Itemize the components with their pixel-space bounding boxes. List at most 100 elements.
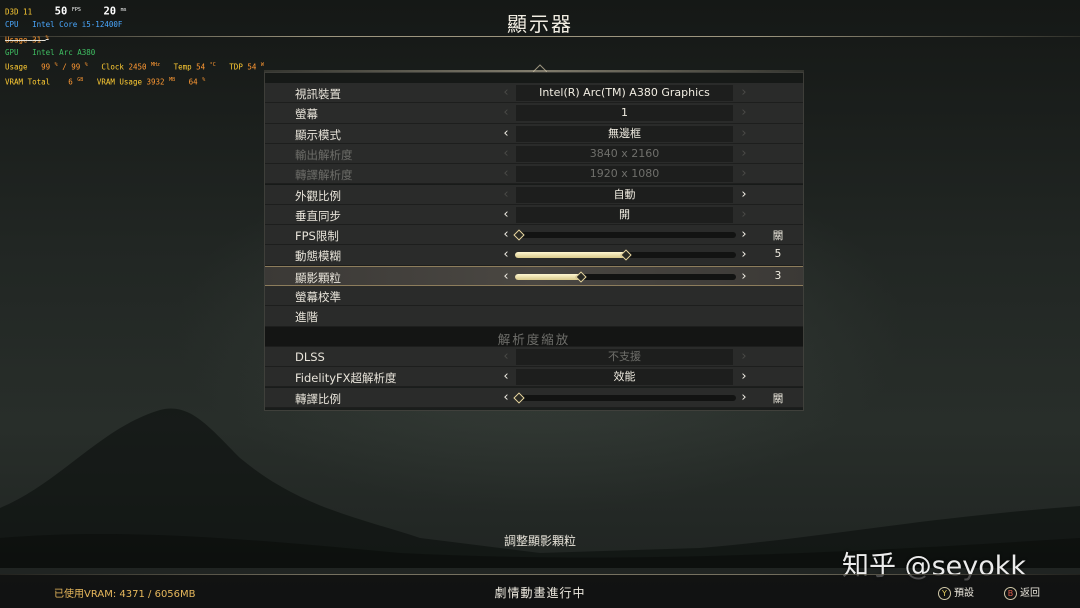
- slider-knob[interactable]: [575, 271, 587, 283]
- chevron-right-icon[interactable]: ›: [737, 207, 751, 223]
- hud-cpu-label: CPU: [5, 20, 19, 29]
- hud-gpu-row: GPU Intel Arc A380: [5, 47, 264, 60]
- hud-vram-percent: 64: [188, 77, 198, 87]
- hud-gpu-stats-row: Usage 99 % / 99 % Clock 2450 MHz Temp 54…: [5, 62, 264, 72]
- fps-limit-slider[interactable]: [513, 229, 736, 241]
- setting-value: 關: [772, 230, 784, 243]
- chevron-left-icon[interactable]: ‹: [499, 85, 513, 101]
- chevron-left-icon[interactable]: ‹: [499, 390, 513, 406]
- setting-row-vsync[interactable]: 垂直同步 ‹ 開 ›: [265, 204, 803, 226]
- setting-row-fps-limit[interactable]: FPS限制 ‹ › 關: [265, 225, 803, 246]
- setting-row-output-resolution: 輸出解析度 ‹ 3840 x 2160 ›: [265, 143, 803, 165]
- hud-vram-usage-label: VRAM Usage: [96, 77, 142, 87]
- setting-row-video-device[interactable]: 視訊裝置 ‹ Intel(R) Arc(TM) A380 Graphics ›: [265, 83, 803, 104]
- setting-label: 垂直同步: [295, 208, 341, 223]
- hud-fps-unit: FPS: [71, 7, 81, 13]
- hud-vram-percent-unit: %: [202, 77, 206, 83]
- setting-row-screen-calibration[interactable]: 螢幕校準: [265, 286, 803, 307]
- hud-gpu-usage-label: Usage: [5, 62, 28, 72]
- chevron-left-icon[interactable]: ‹: [499, 126, 513, 142]
- status-text: 劇情動畫進行中: [494, 586, 586, 600]
- chevron-left-icon[interactable]: ‹: [499, 247, 513, 263]
- slider-fill: [515, 273, 582, 280]
- hud-tdp-unit: W: [260, 62, 264, 68]
- section-header-resolution-scaling: 解析度縮放: [265, 326, 803, 347]
- hud-vram-row: VRAM Total 6 GB VRAM Usage 3932 MB 64 %: [5, 74, 264, 89]
- setting-row-aspect-ratio[interactable]: 外觀比例 ‹ 自動 ›: [265, 184, 803, 205]
- bottom-divider: [0, 574, 1080, 575]
- chevron-right-icon[interactable]: ›: [737, 369, 751, 385]
- hud-vram-usage: 3932: [146, 77, 165, 87]
- setting-label: DLSS: [295, 349, 325, 364]
- setting-value: 關: [772, 392, 784, 405]
- slider-knob[interactable]: [513, 229, 525, 241]
- section-title: 解析度縮放: [497, 331, 571, 347]
- setting-label: 輸出解析度: [295, 147, 353, 162]
- y-button-icon: Y: [938, 586, 951, 600]
- hud-vram-usage-unit: MB: [169, 77, 176, 83]
- chevron-right-icon: ›: [741, 166, 747, 182]
- chevron-left-icon[interactable]: ‹: [499, 369, 513, 385]
- hud-tdp-label: TDP: [229, 62, 243, 72]
- chevron-left-icon[interactable]: ‹: [499, 105, 513, 121]
- hud-gpu-usage2: 99: [71, 62, 81, 72]
- hud-cpu-usage-row: Usage 31 %: [5, 32, 264, 47]
- chevron-right-icon[interactable]: ›: [737, 247, 751, 263]
- hud-frametime: 20: [103, 5, 117, 18]
- setting-value: 1: [516, 105, 733, 122]
- setting-label: 螢幕: [295, 107, 318, 122]
- chevron-right-icon[interactable]: ›: [737, 187, 751, 203]
- setting-value: 開: [516, 206, 733, 223]
- setting-label: 顯示模式: [295, 127, 341, 142]
- setting-label: 外觀比例: [295, 188, 341, 203]
- chevron-left-icon: ‹: [503, 166, 509, 182]
- chevron-left-icon[interactable]: ‹: [499, 227, 513, 243]
- chevron-right-icon[interactable]: ›: [737, 105, 751, 121]
- setting-row-render-scale[interactable]: 轉譯比例 ‹ › 關: [265, 387, 803, 408]
- setting-label: 進階: [295, 310, 318, 325]
- hud-gpu-usage2-unit: %: [84, 62, 88, 68]
- hud-fps: 50: [54, 5, 68, 18]
- hud-temp-unit: °C: [209, 62, 216, 68]
- chevron-left-icon[interactable]: ‹: [499, 207, 513, 223]
- setting-row-advanced[interactable]: 進階: [265, 306, 803, 327]
- hud-temp-label: Temp: [173, 62, 192, 72]
- film-grain-slider[interactable]: [515, 271, 736, 283]
- default-label: 預設: [954, 588, 974, 599]
- render-scale-slider[interactable]: [513, 391, 736, 404]
- setting-row-monitor[interactable]: 螢幕 ‹ 1 ›: [265, 103, 803, 124]
- b-button-icon: B: [1004, 586, 1017, 600]
- back-button[interactable]: B 返回: [1004, 584, 1040, 600]
- setting-value: 5: [774, 248, 782, 261]
- setting-value: 效能: [516, 369, 733, 386]
- slider-knob[interactable]: [513, 391, 525, 404]
- chevron-right-icon[interactable]: ›: [737, 390, 751, 406]
- setting-label: 螢幕校準: [295, 290, 341, 304]
- hud-cpu-name: Intel Core i5-12400F: [32, 20, 123, 29]
- chevron-right-icon[interactable]: ›: [737, 269, 751, 285]
- setting-row-motion-blur[interactable]: 動態模糊 ‹ › 5: [265, 245, 803, 266]
- setting-label: FPS限制: [295, 229, 339, 244]
- setting-row-dlss: DLSS ‹ 不支援 ›: [265, 346, 803, 368]
- setting-row-fidelityfx[interactable]: FidelityFX超解析度 ‹ 效能 ›: [265, 367, 803, 388]
- chevron-right-icon[interactable]: ›: [737, 126, 751, 142]
- chevron-left-icon[interactable]: ‹: [499, 269, 513, 285]
- hud-gpu-usage: 99: [41, 62, 51, 72]
- setting-row-display-mode[interactable]: 顯示模式 ‹ 無邊框 ›: [265, 123, 803, 144]
- setting-row-film-grain[interactable]: 顯影顆粒 ‹ › 3: [265, 265, 803, 286]
- chevron-left-icon[interactable]: ‹: [499, 187, 513, 203]
- hud-cpu-usage: 31: [32, 35, 42, 44]
- default-button[interactable]: Y 預設: [938, 584, 974, 600]
- setting-value: 不支援: [516, 348, 733, 365]
- chevron-right-icon[interactable]: ›: [737, 85, 751, 101]
- setting-label: 顯影顆粒: [295, 270, 341, 285]
- setting-row-render-resolution: 轉譯解析度 ‹ 1920 x 1080 ›: [265, 164, 803, 185]
- back-label: 返回: [1020, 588, 1040, 599]
- hud-cpu-usage-label: Usage: [5, 35, 28, 44]
- motion-blur-slider[interactable]: [515, 249, 736, 262]
- hud-frametime-unit: ms: [120, 7, 127, 13]
- chevron-right-icon[interactable]: ›: [737, 227, 751, 243]
- hud-gpu-usage-unit: %: [54, 62, 58, 68]
- setting-label: 轉譯解析度: [295, 168, 353, 183]
- hud-gpu-label: GPU: [5, 47, 19, 57]
